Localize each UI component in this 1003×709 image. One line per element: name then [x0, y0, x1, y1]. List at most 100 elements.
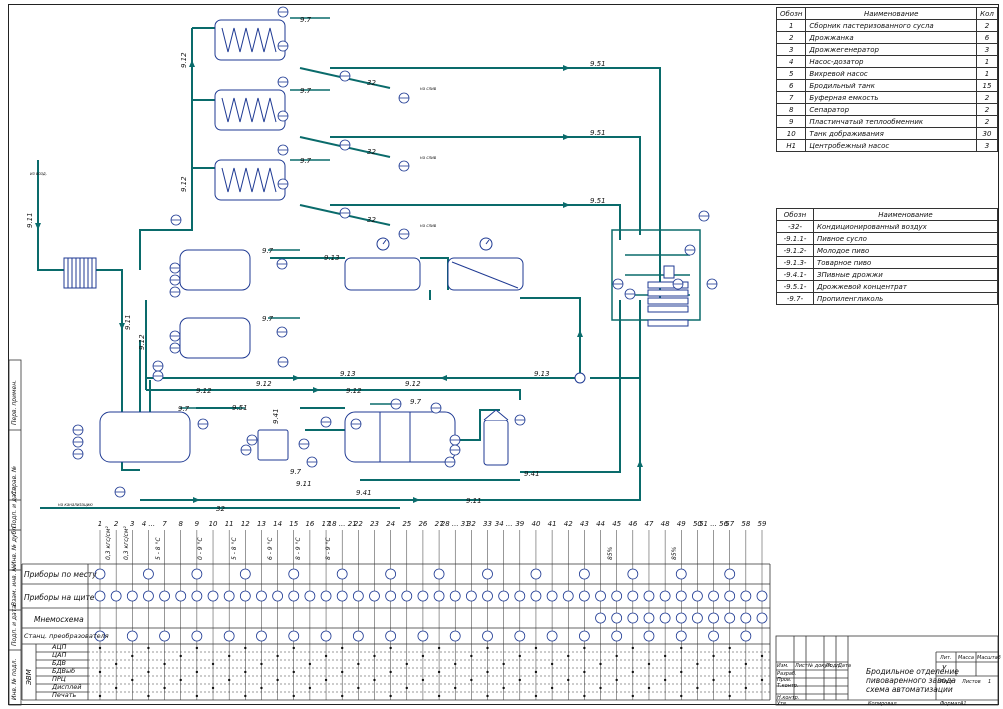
signal-dot: [324, 654, 328, 658]
spec1-name: Дрожжанка: [805, 31, 977, 44]
spec2-row: -9.7- Пропиленгликоль: [776, 292, 998, 305]
code-97-h: 9.7: [410, 398, 422, 406]
column-number: 10: [209, 520, 218, 528]
instrument-bubble: [126, 590, 138, 602]
spec2-header-name: Наименование: [813, 208, 998, 221]
instrument-bubble: [578, 630, 590, 642]
signal-dot: [340, 646, 344, 650]
signal-dot: [98, 670, 102, 674]
instrument-bubble: [724, 590, 736, 602]
row-label-converter: Станц. преобразователя: [24, 632, 109, 640]
instrument-bubble: [288, 590, 300, 602]
code-97-e: 9.7: [262, 315, 274, 323]
pipeline-legend-table: Обозн Наименование -32- Кондиционированны…: [776, 208, 998, 305]
equipment-spec-table: Обозн Наименование Кол 1 Сборник пастериз…: [775, 7, 998, 152]
signal-dot: [486, 670, 489, 674]
code-97-f: 9.7: [178, 405, 190, 413]
spec2-code: -9.1.1-: [776, 232, 814, 245]
instrument-bubble: [675, 630, 687, 642]
signal-dot: [502, 686, 505, 690]
title-line-3: схема автоматизации: [866, 685, 953, 694]
signal-dot: [340, 670, 344, 674]
signal-dot: [292, 646, 295, 650]
code-912-e: 9.12: [256, 380, 272, 388]
column-number: 48: [661, 520, 670, 528]
instrument-bubble: [578, 590, 590, 602]
spec1-name: Сепаратор: [805, 103, 977, 116]
code-941-b: 9.41: [524, 470, 540, 478]
instrument-bubble: [675, 612, 687, 624]
spec2-name: Кондиционированный воздух: [813, 220, 998, 233]
dev-row-label: БДВ: [52, 659, 66, 667]
signal-dot: [195, 670, 199, 674]
instrument-bubble: [159, 630, 170, 642]
signal-dot: [631, 646, 635, 650]
signal-dot: [340, 694, 344, 698]
signal-dot: [357, 662, 360, 666]
dev-row-label: ПРЦ: [52, 675, 66, 683]
code-912-g: 9.12: [405, 380, 421, 388]
instrument-bubble: [369, 590, 380, 602]
instrument-bubble: [659, 612, 671, 624]
signal-dot: [486, 694, 489, 698]
sheets-label: Листов: [962, 679, 981, 685]
param-label: 8 - 9 °С: [325, 536, 332, 560]
spec1-row: 1 Сборник пастеризованного сусла 2: [775, 19, 998, 32]
signal-dot: [131, 654, 134, 658]
instrument-bubble: [740, 630, 752, 642]
signal-dot: [518, 654, 522, 658]
side-stamp-label: Подп. и дата: [11, 487, 18, 528]
signal-dot: [680, 694, 683, 698]
column-number: 59: [758, 520, 767, 528]
spec1-name: Пластинчатый теплообменник: [805, 115, 977, 128]
sheets-value: 1: [988, 679, 992, 685]
column-number: 2: [114, 520, 119, 528]
spec1-row: 10 Танк дображивания 30: [775, 127, 998, 140]
instrument-bubble: [239, 568, 251, 580]
tb-col-header: Дата: [838, 663, 851, 669]
instrument-bubble: [207, 590, 219, 602]
signal-dot: [147, 646, 150, 650]
signal-dot: [211, 686, 215, 690]
control-params: 0,3 кгс/см² 0,3 кгс/см² 5 - 8 °С 0 - 9 °С 5 …: [105, 526, 678, 560]
signal-dot: [389, 646, 392, 650]
instrument-bubble: [126, 630, 138, 642]
percent-label: 85%: [671, 546, 678, 560]
param-label: 6 - 9 °С: [267, 536, 274, 560]
column-number: 9: [195, 520, 200, 528]
instrument-bubble: [385, 630, 397, 642]
spec1-name: Буферная емкость: [805, 91, 977, 104]
signal-dot: [195, 694, 199, 698]
instrument-bubble: [191, 568, 203, 580]
signal-dot: [114, 662, 118, 666]
row-label-local: Приборы по месту: [24, 570, 97, 579]
signal-dot: [147, 694, 150, 698]
sheet-label: Лист: [940, 679, 953, 685]
signal-dot: [696, 686, 699, 690]
column-number: 49: [677, 520, 686, 528]
signal-dot: [244, 670, 247, 674]
param-label: 5 - 8 °С: [155, 536, 162, 560]
column-number: 3: [130, 520, 134, 528]
code-97-d: 9.7: [262, 247, 274, 255]
signal-dot: [389, 694, 392, 698]
code-911-c: 9.11: [296, 480, 312, 488]
column-number: 26: [418, 520, 427, 528]
signal-dot: [437, 694, 441, 698]
dev-row-label: БДВыб: [52, 667, 76, 675]
column-number: 8: [178, 520, 183, 528]
spec1-row: 2 Дрожжанка 6: [775, 31, 998, 44]
signal-dot: [292, 694, 295, 698]
instrument-bubble: [449, 590, 461, 602]
signal-dot: [373, 654, 376, 658]
spec1-qty: 3: [976, 43, 998, 56]
column-number: 42: [564, 520, 573, 528]
signal-dot: [454, 662, 457, 666]
spec2-name: Молодое пиво: [813, 244, 998, 257]
column-number: 25: [402, 520, 411, 528]
spec1-code: 9: [775, 115, 807, 128]
spec2-name: Пропиленгликоль: [813, 292, 998, 305]
control-column-numbers: 1234 ... 7 8 9 10 11 12 13 14 15 16 1718 ... 2122 23…: [98, 520, 767, 528]
spec1-row: 7 Буферная емкость 2: [775, 91, 998, 104]
row-label-zvm: ЭВМ: [25, 669, 33, 685]
